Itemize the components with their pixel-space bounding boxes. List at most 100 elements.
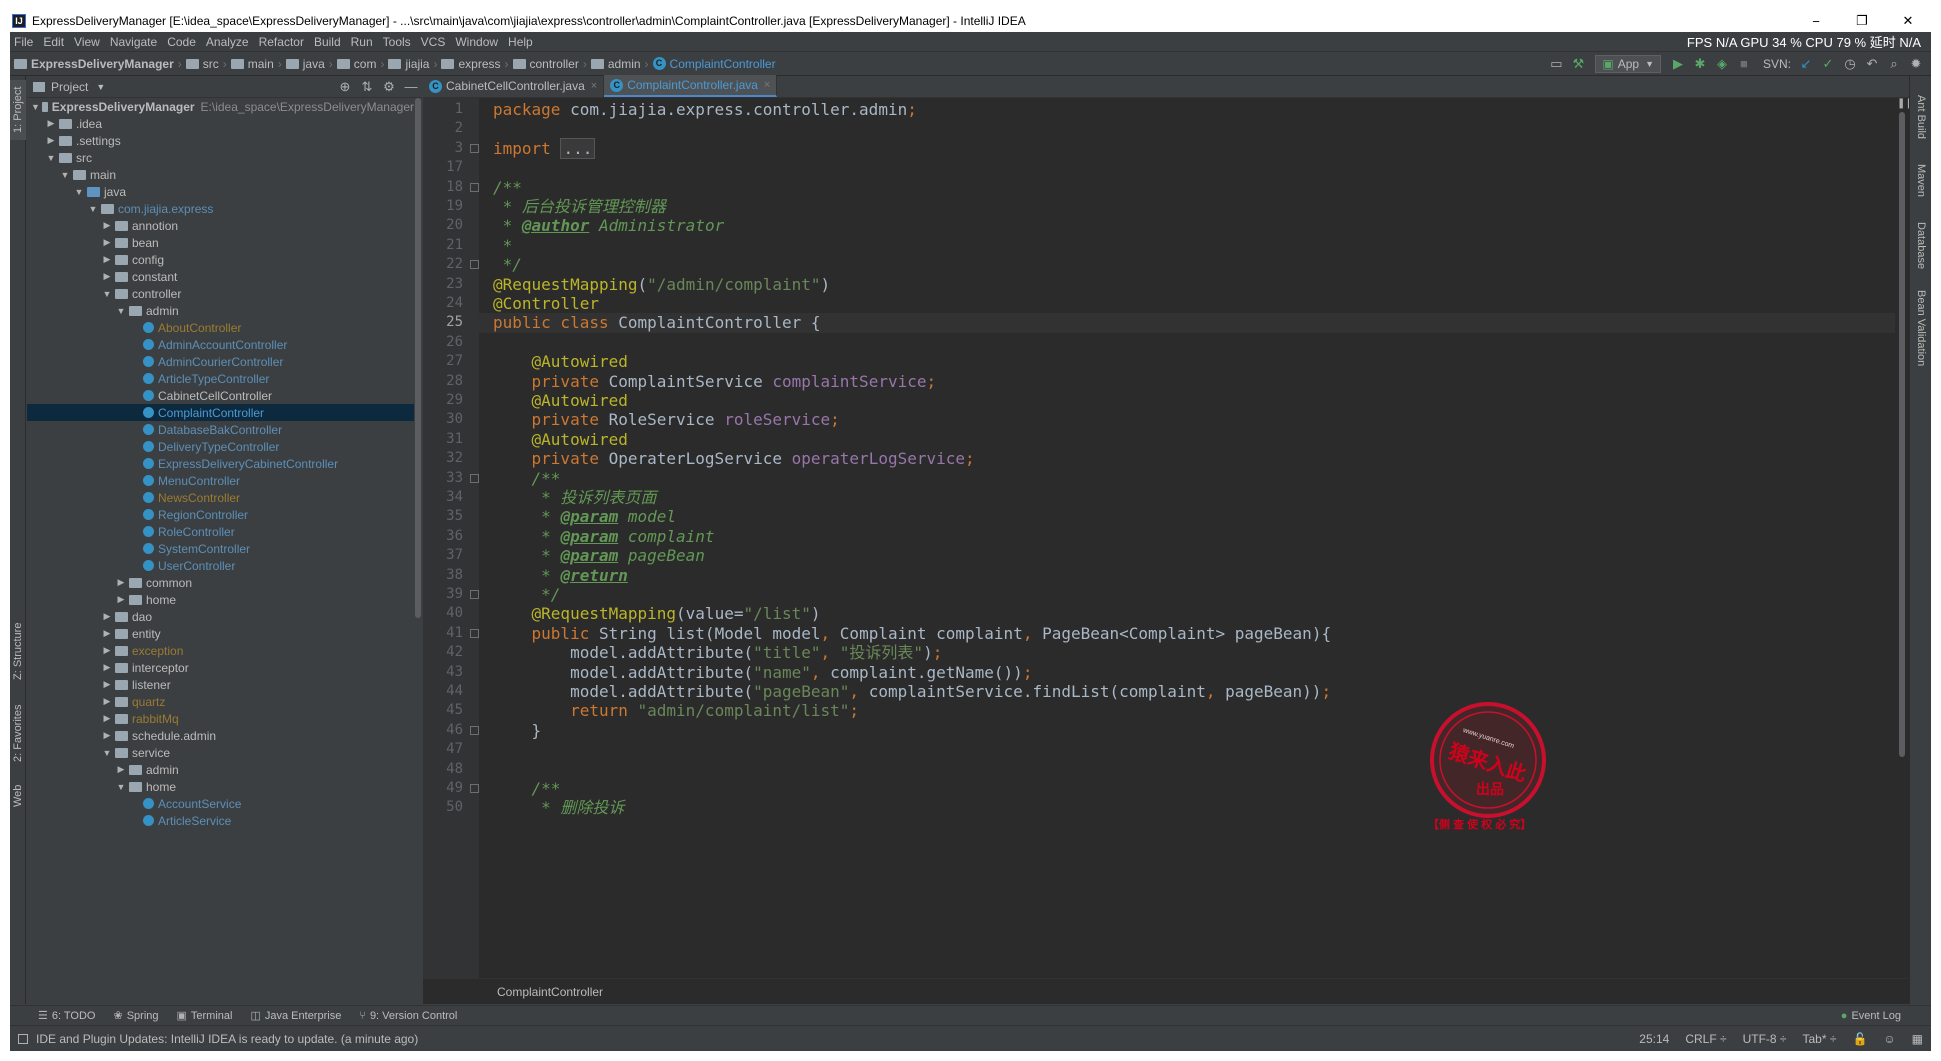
tree-node[interactable]: CabinetCellController <box>27 387 414 404</box>
hide-icon[interactable]: — <box>400 79 422 94</box>
collapse-arrow-icon[interactable]: ▶ <box>101 713 113 724</box>
menu-window[interactable]: Window <box>451 35 504 49</box>
svn-update-icon[interactable]: ↙ <box>1795 54 1817 74</box>
tree-node[interactable]: ▶ admin <box>27 761 414 778</box>
editor-scrollbar[interactable]: ❚❚ <box>1895 98 1914 978</box>
tree-node[interactable]: AboutController <box>27 319 414 336</box>
gear-icon[interactable]: ⚙ <box>378 79 400 95</box>
menu-vcs[interactable]: VCS <box>417 35 452 49</box>
tree-node[interactable]: ▶ listener <box>27 676 414 693</box>
run-icon[interactable]: ▶ <box>1667 54 1689 74</box>
run-config-select[interactable]: ▣ App ▼ <box>1595 54 1661 73</box>
tree-node[interactable]: ▶ dao <box>27 608 414 625</box>
stop-icon[interactable]: ■ <box>1733 54 1755 74</box>
tree-node[interactable]: ▼ admin <box>27 302 414 319</box>
fold-marker-icon[interactable] <box>470 725 479 735</box>
tool-tab-database[interactable]: Database <box>1912 216 1930 276</box>
menu-navigate[interactable]: Navigate <box>106 35 163 49</box>
tree-node[interactable]: ▼ home <box>27 778 414 795</box>
minimize-button[interactable]: − <box>1793 10 1839 32</box>
build-hammer-icon[interactable]: ⚒ <box>1567 54 1589 74</box>
svn-history-icon[interactable]: ◷ <box>1839 54 1861 74</box>
menu-tools[interactable]: Tools <box>379 35 417 49</box>
breadcrumb-item[interactable]: src <box>182 57 223 71</box>
expand-arrow-icon[interactable]: ▼ <box>59 170 71 180</box>
editor-scrollbar-thumb[interactable] <box>1899 112 1905 757</box>
breadcrumb-item[interactable]: admin <box>587 57 645 71</box>
tree-node[interactable]: ▼ java <box>27 183 414 200</box>
tool-tab-maven[interactable]: Maven <box>1912 156 1930 206</box>
collapse-arrow-icon[interactable]: ▶ <box>101 237 113 248</box>
tree-node[interactable]: ▶ interceptor <box>27 659 414 676</box>
line-separator[interactable]: CRLF ÷ <box>1677 1032 1734 1046</box>
tree-node[interactable]: ExpressDeliveryCabinetController <box>27 455 414 472</box>
menu-run[interactable]: Run <box>347 35 379 49</box>
menu-edit[interactable]: Edit <box>39 35 70 49</box>
tree-scrollbar-thumb[interactable] <box>415 98 421 618</box>
expand-arrow-icon[interactable]: ▼ <box>101 748 113 758</box>
menu-code[interactable]: Code <box>163 35 202 49</box>
breadcrumb-item[interactable]: main <box>227 57 278 71</box>
tree-node[interactable]: ▶ rabbitMq <box>27 710 414 727</box>
plugin-icon[interactable]: ✹ <box>1905 54 1927 74</box>
collapse-arrow-icon[interactable]: ▶ <box>115 594 127 605</box>
menu-refactor[interactable]: Refactor <box>255 35 310 49</box>
tree-node[interactable]: ▶ config <box>27 251 414 268</box>
event-log-tab[interactable]: ● Event Log <box>1833 1010 1931 1022</box>
breadcrumb-item[interactable]: java <box>282 57 329 71</box>
collapse-arrow-icon[interactable]: ▶ <box>101 645 113 656</box>
tree-node[interactable]: ArticleTypeController <box>27 370 414 387</box>
expand-arrow-icon[interactable]: ▼ <box>73 187 85 197</box>
tree-node[interactable]: ▶ exception <box>27 642 414 659</box>
tool-tab-favorites[interactable]: 2: Favorites <box>10 698 26 768</box>
breadcrumb-item[interactable]: com <box>333 57 381 71</box>
tree-node[interactable]: ▼ src <box>27 149 414 166</box>
breadcrumb-item[interactable]: controller <box>509 57 583 71</box>
expand-arrow-icon[interactable]: ▼ <box>31 102 40 112</box>
tree-node[interactable]: DeliveryTypeController <box>27 438 414 455</box>
tree-node[interactable]: RegionController <box>27 506 414 523</box>
toggle-tool-windows-icon[interactable] <box>18 1033 28 1044</box>
caret-position[interactable]: 25:14 <box>1631 1032 1677 1046</box>
expand-arrow-icon[interactable]: ▼ <box>115 782 127 792</box>
collapse-arrow-icon[interactable]: ▶ <box>45 135 57 146</box>
expand-arrow-icon[interactable]: ▼ <box>115 306 127 316</box>
expand-arrow-icon[interactable]: ▼ <box>87 204 99 214</box>
tree-node[interactable]: AdminCourierController <box>27 353 414 370</box>
fold-marker-icon[interactable] <box>470 182 479 192</box>
menu-file[interactable]: File <box>10 35 39 49</box>
breadcrumb-item[interactable]: jiajia <box>384 57 433 71</box>
memory-indicator-icon[interactable]: ▦ <box>1904 1032 1931 1046</box>
tree-node[interactable]: DatabaseBakController <box>27 421 414 438</box>
svn-commit-icon[interactable]: ✓ <box>1817 54 1839 74</box>
locate-icon[interactable]: ⊕ <box>334 79 356 95</box>
tool-tab-ant-build[interactable]: Ant Build <box>1912 86 1930 148</box>
tree-node[interactable]: SystemController <box>27 540 414 557</box>
tree-node[interactable]: ▶ home <box>27 591 414 608</box>
tree-node[interactable]: ComplaintController <box>27 404 414 421</box>
tool-tab-java-enterprise[interactable]: ◫ Java Enterprise <box>242 1009 351 1023</box>
menu-help[interactable]: Help <box>504 35 539 49</box>
collapse-arrow-icon[interactable]: ▶ <box>101 730 113 741</box>
tool-tab-web[interactable]: Web <box>10 778 26 814</box>
debug-icon[interactable]: ✱ <box>1689 54 1711 74</box>
tree-node[interactable]: ▶ schedule.admin <box>27 727 414 744</box>
collapse-arrow-icon[interactable]: ▶ <box>101 271 113 282</box>
tree-node[interactable]: AdminAccountController <box>27 336 414 353</box>
tree-node[interactable]: RoleController <box>27 523 414 540</box>
menu-view[interactable]: View <box>70 35 106 49</box>
tree-node[interactable]: ▼ com.jiajia.express <box>27 200 414 217</box>
expand-arrow-icon[interactable]: ▼ <box>45 153 57 163</box>
tree-node[interactable]: AccountService <box>27 795 414 812</box>
tree-node[interactable]: ▶ entity <box>27 625 414 642</box>
editor-breadcrumb[interactable]: ComplaintController <box>423 978 1909 1004</box>
close-button[interactable]: ✕ <box>1885 10 1931 32</box>
fold-marker-icon[interactable] <box>470 473 479 483</box>
line-number-gutter[interactable]: 1 2 3 17 18 19 20 21 22 23 24 25 26 27 28 29 30 31 32 33 34 3… <box>423 98 479 978</box>
fold-marker-icon[interactable] <box>470 590 479 599</box>
tool-tab-version-control[interactable]: ⑂ 9: Version Control <box>351 1010 467 1022</box>
tree-node[interactable]: ▶ annotion <box>27 217 414 234</box>
tree-node[interactable]: MenuController <box>27 472 414 489</box>
tree-node[interactable]: ▶ .settings <box>27 132 414 149</box>
collapse-arrow-icon[interactable]: ▶ <box>101 696 113 707</box>
